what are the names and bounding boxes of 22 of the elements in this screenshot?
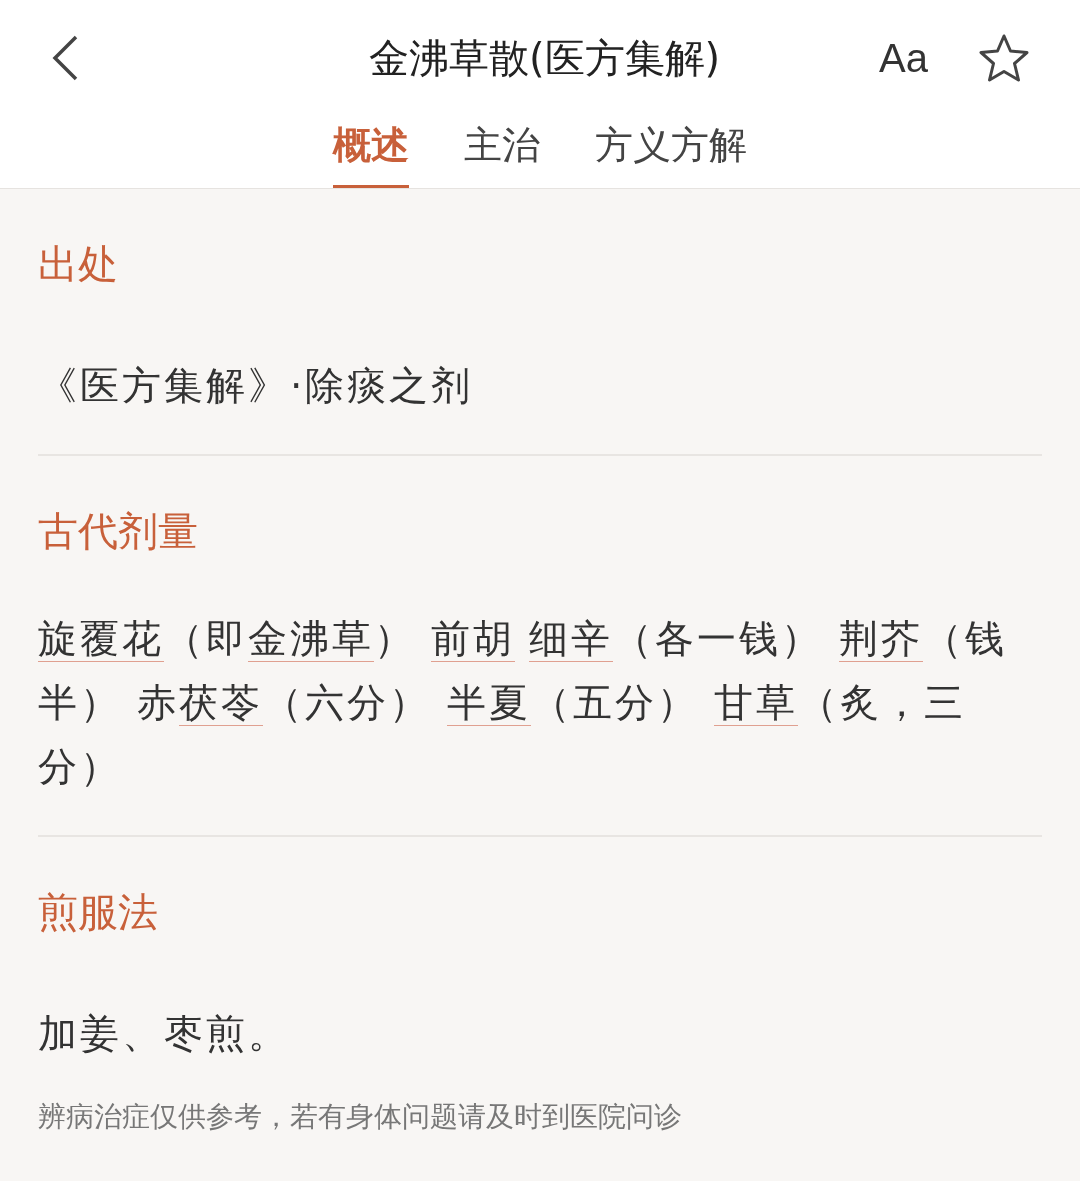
herb-link[interactable]: 荆芥 (838, 616, 923, 662)
herb-link[interactable]: 半夏 (446, 680, 531, 726)
herb-link[interactable]: 旋覆花 (38, 616, 164, 662)
herb-link[interactable]: 前胡 (431, 616, 516, 662)
tab[interactable]: 方义方解 (595, 112, 747, 188)
font-size-button[interactable]: Aa (879, 35, 928, 81)
tab[interactable]: 主治 (464, 112, 540, 188)
section-text: 《医方集解》·除痰之剂 (38, 362, 475, 410)
herb-link[interactable]: 金沸草 (248, 616, 374, 662)
herb-link[interactable]: 茯苓 (179, 680, 264, 726)
section-text: 加姜、枣煎。 (38, 1010, 291, 1058)
disclaimer-text: 辨病治症仅供参考，若有身体问题请及时到医院问诊 (38, 1099, 683, 1135)
herb-link[interactable]: 甘草 (714, 680, 799, 726)
back-icon[interactable] (50, 34, 80, 82)
star-icon[interactable] (978, 33, 1030, 83)
section-title: 煎服法 (38, 888, 159, 937)
section-title: 出处 (38, 240, 119, 289)
herb-link[interactable]: 细辛 (529, 616, 614, 662)
section-title: 古代剂量 (38, 507, 199, 556)
tab[interactable]: 概述 (333, 112, 409, 188)
dosage-text: 旋覆花（即 金沸草） 前胡 细辛（各一钱） 荆芥（钱半） 赤茯苓（六分） 半夏（五分） 甘草（炙，三分） (38, 615, 1008, 791)
page-title: 金沸草散(医方集解) (367, 33, 722, 83)
